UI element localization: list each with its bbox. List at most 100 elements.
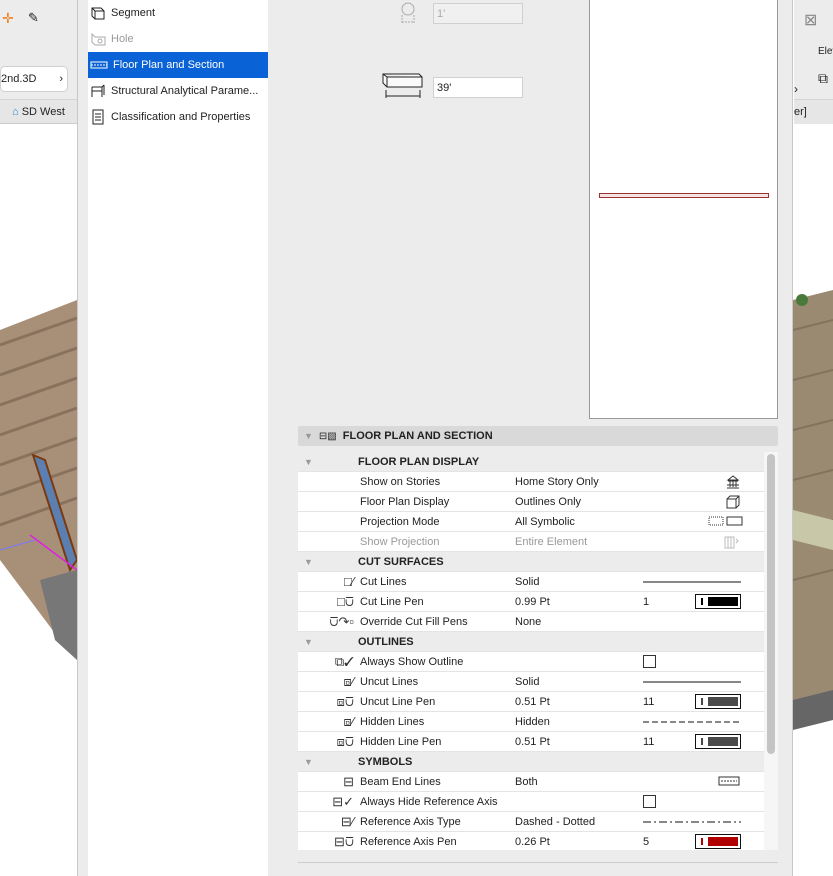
pen-color-swatch[interactable] <box>695 694 741 709</box>
elevation-label: Elev <box>818 46 833 57</box>
divider <box>298 862 778 863</box>
property-value[interactable]: Hidden <box>515 716 550 728</box>
property-value[interactable]: Dashed - Dotted <box>515 816 595 828</box>
tab-sd-west[interactable]: ⌂ SD West <box>0 100 77 124</box>
profile-height-field[interactable]: 1' <box>433 3 523 24</box>
property-name: Override Cut Fill Pens <box>360 616 468 628</box>
property-value[interactable]: All Symbolic <box>515 516 575 528</box>
group-row-symbols[interactable]: ▼ SYMBOLS <box>298 752 764 772</box>
property-name: Projection Mode <box>360 516 440 528</box>
property-name: Show Projection <box>360 536 440 548</box>
beam-length-field[interactable]: 39' <box>433 77 523 98</box>
property-value[interactable]: 0.51 Pt <box>515 736 550 748</box>
property-row[interactable]: ⊟∕ Reference Axis Type Dashed - Dotted <box>298 812 764 832</box>
group-label: OUTLINES <box>358 636 414 648</box>
group-label: CUT SURFACES <box>358 556 444 568</box>
property-row[interactable]: ⧈⩂ Hidden Line Pen 0.51 Pt 11 <box>298 732 764 752</box>
property-row[interactable]: ⧉✓ Always Show Outline <box>298 652 764 672</box>
hidden-line-icon: ⧈∕ <box>343 714 354 729</box>
outline-check-icon: ⧉✓ <box>334 654 354 669</box>
property-value[interactable]: 0.26 Pt <box>515 836 550 848</box>
collapse-triangle-icon: ▼ <box>304 757 313 767</box>
box-tool-icon[interactable]: ⧉ <box>818 70 828 87</box>
group-row-outlines[interactable]: ▼ OUTLINES <box>298 632 764 652</box>
property-row[interactable]: ⩂↷▫ Override Cut Fill Pens None <box>298 612 764 632</box>
section-header-floor-plan[interactable]: ▼ ⊟▧ FLOOR PLAN AND SECTION <box>298 426 778 446</box>
property-name: Uncut Line Pen <box>360 696 436 708</box>
checkbox[interactable] <box>643 795 656 808</box>
property-name: Floor Plan Display <box>360 496 450 508</box>
eraser-icon[interactable]: ✎ <box>28 10 39 26</box>
property-row[interactable]: □⩂ Cut Line Pen 0.99 Pt 1 <box>298 592 764 612</box>
property-value[interactable]: Solid <box>515 676 539 688</box>
settings-main-panel: 1' 39' ▼ ⊟▧ FLOOR PLAN AND SECTION ▼ FLOO… <box>278 0 794 876</box>
profile-height-icon <box>401 2 415 23</box>
collapse-triangle-icon: ▼ <box>304 557 313 567</box>
line-type-preview <box>643 675 743 689</box>
pen-color-swatch[interactable] <box>695 834 741 849</box>
stories-icon[interactable] <box>726 475 740 492</box>
override-fill-icon: ⩂↷▫ <box>329 614 354 629</box>
property-name: Uncut Lines <box>360 676 419 688</box>
sidebar-item-hole[interactable]: Hole <box>88 26 268 52</box>
cross-tool-icon[interactable]: ✛ <box>2 10 14 27</box>
property-row[interactable]: ⊟✓ Always Hide Reference Axis <box>298 792 764 812</box>
beam-preview-shape <box>599 193 769 198</box>
property-value[interactable]: 0.99 Pt <box>515 596 550 608</box>
group-row-floor-plan-display[interactable]: ▼ FLOOR PLAN DISPLAY <box>298 452 764 472</box>
pen-number[interactable]: 11 <box>643 696 654 708</box>
property-value[interactable]: 0.51 Pt <box>515 696 550 708</box>
pen-number[interactable]: 5 <box>643 836 649 848</box>
property-name: Cut Line Pen <box>360 596 424 608</box>
property-value[interactable]: None <box>515 616 541 628</box>
property-name: Always Show Outline <box>360 656 464 668</box>
property-row[interactable]: ⊟ Beam End Lines Both <box>298 772 764 792</box>
chevron-right-icon[interactable]: › <box>794 82 798 96</box>
property-value[interactable]: Home Story Only <box>515 476 599 488</box>
chevron-right-icon: › <box>59 73 63 85</box>
property-value[interactable]: Both <box>515 776 538 788</box>
property-row[interactable]: □∕ Cut Lines Solid <box>298 572 764 592</box>
property-row[interactable]: Show on Stories Home Story Only <box>298 472 764 492</box>
properties-table: ▼ FLOOR PLAN DISPLAY Show on Stories Home S… <box>298 452 764 850</box>
property-row[interactable]: Projection Mode All Symbolic <box>298 512 764 532</box>
resize-icon[interactable]: ⊠ <box>804 10 817 30</box>
show-projection-icon[interactable] <box>724 535 740 552</box>
document-icon <box>92 109 104 125</box>
box-icon[interactable] <box>726 495 740 512</box>
pen-color-swatch[interactable] <box>695 734 741 749</box>
uncut-pen-icon: ⧈⩂ <box>336 694 354 709</box>
beam-end-icon: ⊟ <box>343 774 354 789</box>
projection-icon[interactable] <box>708 515 744 530</box>
pen-color-swatch[interactable] <box>695 594 741 609</box>
property-name: Hidden Lines <box>360 716 425 728</box>
beam-settings-dialog: Segment Hole Floor Plan and Section Stru… <box>77 0 793 876</box>
property-row[interactable]: ⧈∕ Hidden Lines Hidden <box>298 712 764 732</box>
group-row-cut-surfaces[interactable]: ▼ CUT SURFACES <box>298 552 764 572</box>
sidebar-item-floor-plan-and-section[interactable]: Floor Plan and Section <box>88 52 268 78</box>
sidebar-item-structural-analytical[interactable]: Structural Analytical Parame... <box>88 78 268 104</box>
axis-pen-icon: ⊟⩂ <box>334 834 354 849</box>
sidebar-item-classification[interactable]: Classification and Properties <box>88 104 268 130</box>
breadcrumb-view[interactable]: 2nd.3D › <box>0 66 68 92</box>
scrollbar-thumb[interactable] <box>767 454 775 754</box>
pen-number[interactable]: 1 <box>643 596 649 608</box>
property-value[interactable]: Solid <box>515 576 539 588</box>
sidebar-item-segment[interactable]: Segment <box>88 0 268 26</box>
property-row[interactable]: ⊟⩂ Reference Axis Pen 0.26 Pt 5 <box>298 832 764 850</box>
property-value[interactable]: Entire Element <box>515 536 587 548</box>
property-row[interactable]: Floor Plan Display Outlines Only <box>298 492 764 512</box>
beam-end-preview-icon[interactable] <box>718 775 740 790</box>
property-value[interactable]: Outlines Only <box>515 496 581 508</box>
uncut-line-icon: ⧈∕ <box>343 674 354 689</box>
property-name: Reference Axis Type <box>360 816 461 828</box>
property-row[interactable]: Show Projection Entire Element <box>298 532 764 552</box>
segment-icon <box>91 7 105 20</box>
collapse-triangle-icon: ▼ <box>304 637 313 647</box>
tab-right[interactable]: er] <box>794 100 833 124</box>
structural-icon <box>91 84 105 97</box>
property-row[interactable]: ⧈∕ Uncut Lines Solid <box>298 672 764 692</box>
checkbox[interactable] <box>643 655 656 668</box>
pen-number[interactable]: 11 <box>643 736 654 748</box>
property-row[interactable]: ⧈⩂ Uncut Line Pen 0.51 Pt 11 <box>298 692 764 712</box>
